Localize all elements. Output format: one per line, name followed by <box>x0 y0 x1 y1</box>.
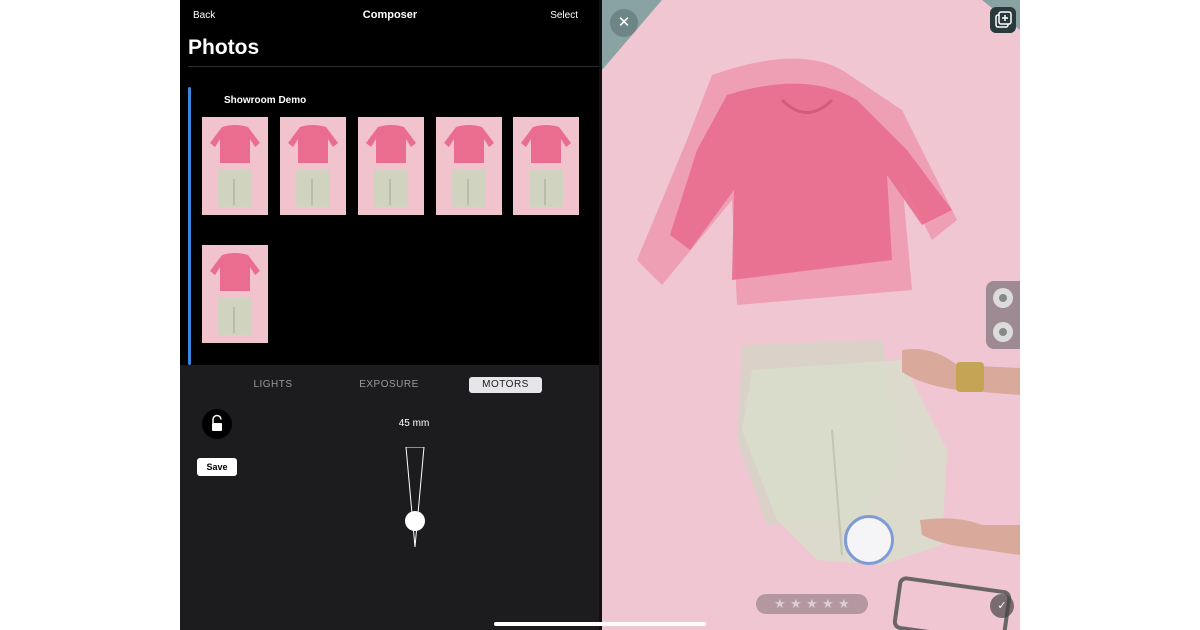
ipad-screen: Back Composer Select Photos Showroom Dem… <box>180 0 1020 630</box>
select-button[interactable]: Select <box>550 10 578 21</box>
gallery-icon[interactable] <box>990 7 1016 33</box>
photo-thumbnail[interactable] <box>202 245 268 343</box>
camera-side-controls <box>986 281 1020 349</box>
check-icon[interactable]: ✓ <box>990 594 1014 618</box>
focal-length-readout: 45 mm <box>398 418 430 429</box>
rating-star-icon[interactable]: ★ <box>774 596 786 612</box>
photo-thumbnail[interactable] <box>436 117 502 215</box>
focus-slider-knob[interactable] <box>405 511 425 531</box>
photo-rating[interactable]: ★ ★ ★ ★ ★ <box>756 594 868 614</box>
close-icon[interactable]: ✕ <box>610 9 638 37</box>
camera-viewfinder[interactable]: ✕ ★ ★ ★ ★ ★ ✓ <box>602 0 1020 630</box>
scroll-indicator[interactable] <box>188 87 191 365</box>
home-indicator <box>494 622 706 626</box>
tab-exposure[interactable]: EXPOSURE <box>345 377 433 393</box>
composer-panel: Back Composer Select Photos Showroom Dem… <box>180 0 600 630</box>
photo-thumbnail[interactable] <box>280 117 346 215</box>
photo-thumbnail[interactable] <box>513 117 579 215</box>
tab-lights[interactable]: LIGHTS <box>230 377 316 393</box>
nav-bar: Back Composer Select <box>180 0 600 32</box>
nav-title: Composer <box>362 9 418 21</box>
photo-thumbnail[interactable] <box>358 117 424 215</box>
photo-gallery[interactable]: Showroom Demo <box>180 67 600 365</box>
photo-thumbnail[interactable] <box>202 117 268 215</box>
rating-star-icon[interactable]: ★ <box>806 596 818 612</box>
page-title: Photos <box>188 36 260 59</box>
focus-slider-track[interactable] <box>400 447 430 547</box>
settings-dial-icon[interactable] <box>993 322 1013 342</box>
shutter-button[interactable] <box>844 515 894 565</box>
rating-star-icon[interactable]: ★ <box>838 596 850 612</box>
album-title: Showroom Demo <box>224 95 307 106</box>
unlock-icon[interactable] <box>202 409 232 439</box>
camera-controls: LIGHTS EXPOSURE MOTORS Save 45 mm <box>180 365 600 630</box>
rating-star-icon[interactable]: ★ <box>822 596 834 612</box>
settings-dial-icon[interactable] <box>993 288 1013 308</box>
save-button[interactable]: Save <box>197 458 237 476</box>
live-preview <box>602 0 1020 630</box>
tab-motors[interactable]: MOTORS <box>469 377 542 393</box>
rating-star-icon[interactable]: ★ <box>790 596 802 612</box>
